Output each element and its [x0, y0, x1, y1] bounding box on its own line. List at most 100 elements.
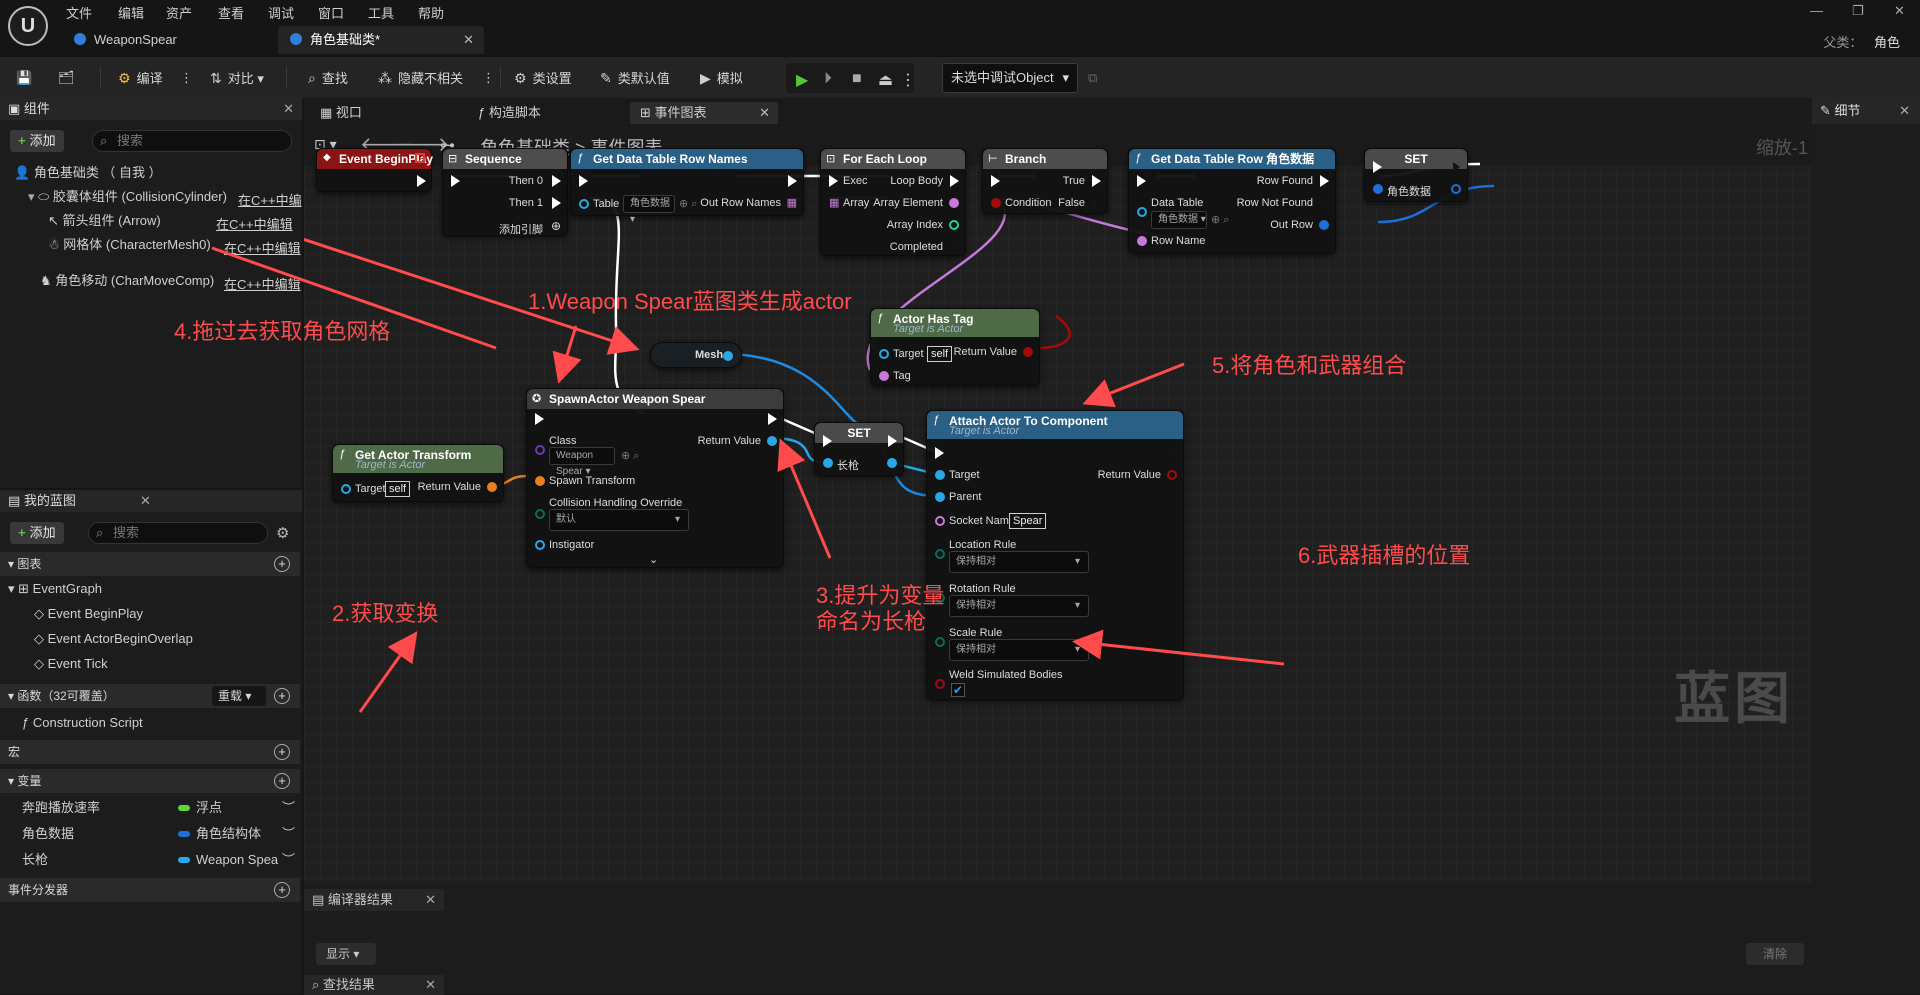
menu-tools[interactable]: 工具: [368, 3, 394, 22]
capsule-icon: ⬭: [38, 189, 53, 204]
details-panel: ✎ 细节 ✕: [1812, 98, 1920, 994]
find-button[interactable]: ⌕ 查找: [308, 67, 348, 89]
plus-icon: +: [18, 133, 26, 148]
menu-file[interactable]: 文件: [66, 3, 92, 22]
component-root[interactable]: 👤 角色基础类 （ 自我 ）: [14, 162, 162, 184]
stop-icon[interactable]: ■: [852, 70, 862, 88]
tree-eventgraph[interactable]: ▾ ⊞ EventGraph: [8, 578, 102, 600]
annotation-6: 6.武器插槽的位置: [1298, 543, 1471, 568]
clear-button[interactable]: 清除: [1746, 943, 1804, 965]
play-icon[interactable]: ▶: [796, 70, 808, 90]
dispatchers-section[interactable]: 事件分发器 +: [0, 878, 300, 902]
visibility-icon[interactable]: ︶: [282, 849, 295, 871]
tab-compiler-results[interactable]: ▤ 编译器结果 ✕: [304, 889, 444, 911]
variable-row[interactable]: 角色数据 角色结构体 ︶: [22, 823, 302, 845]
tree-event-actorbeginoverlap[interactable]: ◇ Event ActorBeginOverlap: [34, 628, 193, 650]
graph-tabs: ▦ 视口 ƒ 构造脚本 ⊞ 事件图表 ✕: [304, 98, 1812, 126]
menu-view[interactable]: 查看: [218, 3, 244, 22]
tree-event-tick[interactable]: ◇ Event Tick: [34, 653, 108, 675]
graphs-section[interactable]: ▾ 图表 +: [0, 552, 300, 576]
close-panel-icon[interactable]: ✕: [140, 490, 151, 512]
search-icon: ⌕: [312, 977, 323, 992]
object-type-icon: [178, 857, 190, 863]
menu-edit[interactable]: 编辑: [118, 3, 144, 22]
compiler-icon: ▤: [312, 892, 328, 907]
macros-section[interactable]: 宏 +: [0, 740, 300, 764]
component-movement[interactable]: ♞ 角色移动 (CharMoveComp): [40, 270, 214, 292]
tab-find-results[interactable]: ⌕ 查找结果 ✕: [304, 975, 444, 995]
override-dropdown[interactable]: 重载 ▾: [212, 686, 266, 706]
close-tab-icon[interactable]: ✕: [463, 26, 474, 54]
debug-object-select[interactable]: 未选中调试Object ▾: [942, 63, 1078, 93]
add-function-icon[interactable]: +: [274, 688, 290, 704]
debug-filter-icon[interactable]: ⧉: [1088, 67, 1097, 89]
diff-button[interactable]: ⇅ 对比 ▾: [210, 67, 264, 89]
variable-row[interactable]: 长枪 Weapon Spea ︶: [22, 849, 302, 871]
hide-options-icon[interactable]: ⋮: [482, 67, 495, 89]
toolbar: 💾 🗂 ⚙ 编译 ⋮ ⇅ 对比 ▾ ⌕ 查找 ⁂ 隐藏不相关 ⋮ ⚙ 类设置 ✎ 类默认值 …: [0, 56, 1920, 98]
pencil-icon: ✎: [1820, 103, 1835, 118]
compile-warning-icon: ⚙: [118, 70, 131, 86]
plus-icon: +: [18, 525, 26, 540]
menu-help[interactable]: 帮助: [418, 3, 444, 22]
add-graph-icon[interactable]: +: [274, 556, 290, 572]
tab-viewport[interactable]: ▦ 视口: [310, 102, 372, 124]
doc-tab-character-base[interactable]: 角色基础类* ✕: [278, 26, 484, 54]
menu-asset[interactable]: 资产: [166, 3, 192, 22]
variable-row[interactable]: 奔跑播放速率 浮点 ︶: [22, 797, 302, 819]
maximize-icon[interactable]: ❐: [1852, 3, 1864, 19]
step-icon[interactable]: ⏵: [824, 70, 832, 88]
menu-debug[interactable]: 调试: [268, 3, 294, 22]
menu-window[interactable]: 窗口: [318, 3, 344, 22]
class-defaults-button[interactable]: ✎ 类默认值: [600, 67, 670, 89]
compile-button[interactable]: ⚙ 编译: [118, 67, 163, 89]
edit-in-cpp-link[interactable]: 在C++中编: [238, 190, 302, 209]
add-macro-icon[interactable]: +: [274, 744, 290, 760]
edit-in-cpp-link[interactable]: 在C++中编辑: [216, 214, 293, 233]
tree-event-beginplay[interactable]: ◇ Event BeginPlay: [34, 603, 143, 625]
search-icon: ⌕: [96, 525, 104, 540]
class-settings-button[interactable]: ⚙ 类设置: [514, 67, 572, 89]
show-dropdown[interactable]: 显示 ▾: [316, 943, 376, 965]
tree-construction-script[interactable]: ƒ Construction Script: [22, 712, 143, 734]
visibility-icon[interactable]: ︶: [282, 797, 295, 819]
add-variable-icon[interactable]: +: [274, 773, 290, 789]
search-icon: ⌕: [100, 133, 108, 148]
blueprint-watermark: 蓝图: [1674, 667, 1794, 730]
eject-icon[interactable]: ⏏: [878, 70, 893, 90]
components-search-input[interactable]: ⌕ 搜索: [92, 130, 292, 152]
browse-icon[interactable]: 🗂: [58, 67, 75, 89]
hide-unrelated-button[interactable]: ⁂ 隐藏不相关: [378, 67, 463, 89]
functions-section[interactable]: ▾ 函数（32可覆盖） 重载 ▾ +: [0, 684, 300, 708]
doc-tab-weaponspear[interactable]: WeaponSpear: [62, 26, 189, 54]
add-component-button[interactable]: + 添加: [10, 130, 64, 152]
close-panel-icon[interactable]: ✕: [1899, 98, 1910, 124]
component-arrow[interactable]: ↖ 箭头组件 (Arrow): [48, 210, 161, 232]
save-icon[interactable]: 💾: [16, 67, 32, 89]
add-blueprint-item-button[interactable]: + 添加: [10, 522, 64, 544]
event-icon: ◇: [34, 656, 48, 671]
tab-construction-script[interactable]: ƒ 构造脚本: [468, 102, 551, 124]
find-icon: ⌕: [308, 70, 316, 86]
close-tab-icon: ✕: [425, 977, 436, 992]
arrow-icon: ↖: [48, 213, 63, 228]
event-graph-canvas[interactable]: ⊡ ▾ 🡐 🡒 ⊶ 角色基础类 > 事件图表 缩放-1: [304, 126, 1812, 883]
minimize-icon[interactable]: —: [1810, 3, 1823, 18]
chevron-down-icon: ▾: [8, 581, 19, 596]
variables-section[interactable]: ▾ 变量 +: [0, 769, 300, 793]
tab-event-graph[interactable]: ⊞ 事件图表 ✕: [630, 102, 778, 124]
compile-options-icon[interactable]: ⋮: [180, 67, 193, 89]
close-window-icon[interactable]: ✕: [1894, 3, 1905, 19]
close-panel-icon[interactable]: ✕: [283, 98, 294, 120]
component-capsule[interactable]: ▾ ⬭ 胶囊体组件 (CollisionCylinder): [28, 186, 227, 208]
gear-icon[interactable]: ⚙: [276, 524, 289, 542]
simulate-button[interactable]: ▶ 模拟: [700, 67, 743, 89]
unreal-logo[interactable]: U: [8, 6, 48, 46]
play-options-icon[interactable]: ⋮: [900, 70, 916, 90]
details-header: ✎ 细节 ✕: [1812, 98, 1920, 124]
add-dispatcher-icon[interactable]: +: [274, 882, 290, 898]
visibility-icon[interactable]: ︶: [282, 823, 295, 845]
component-mesh[interactable]: ☃ 网格体 (CharacterMesh0): [48, 234, 211, 256]
close-tab-icon: ✕: [759, 105, 770, 120]
blueprint-search-input[interactable]: ⌕ 搜索: [88, 522, 268, 544]
